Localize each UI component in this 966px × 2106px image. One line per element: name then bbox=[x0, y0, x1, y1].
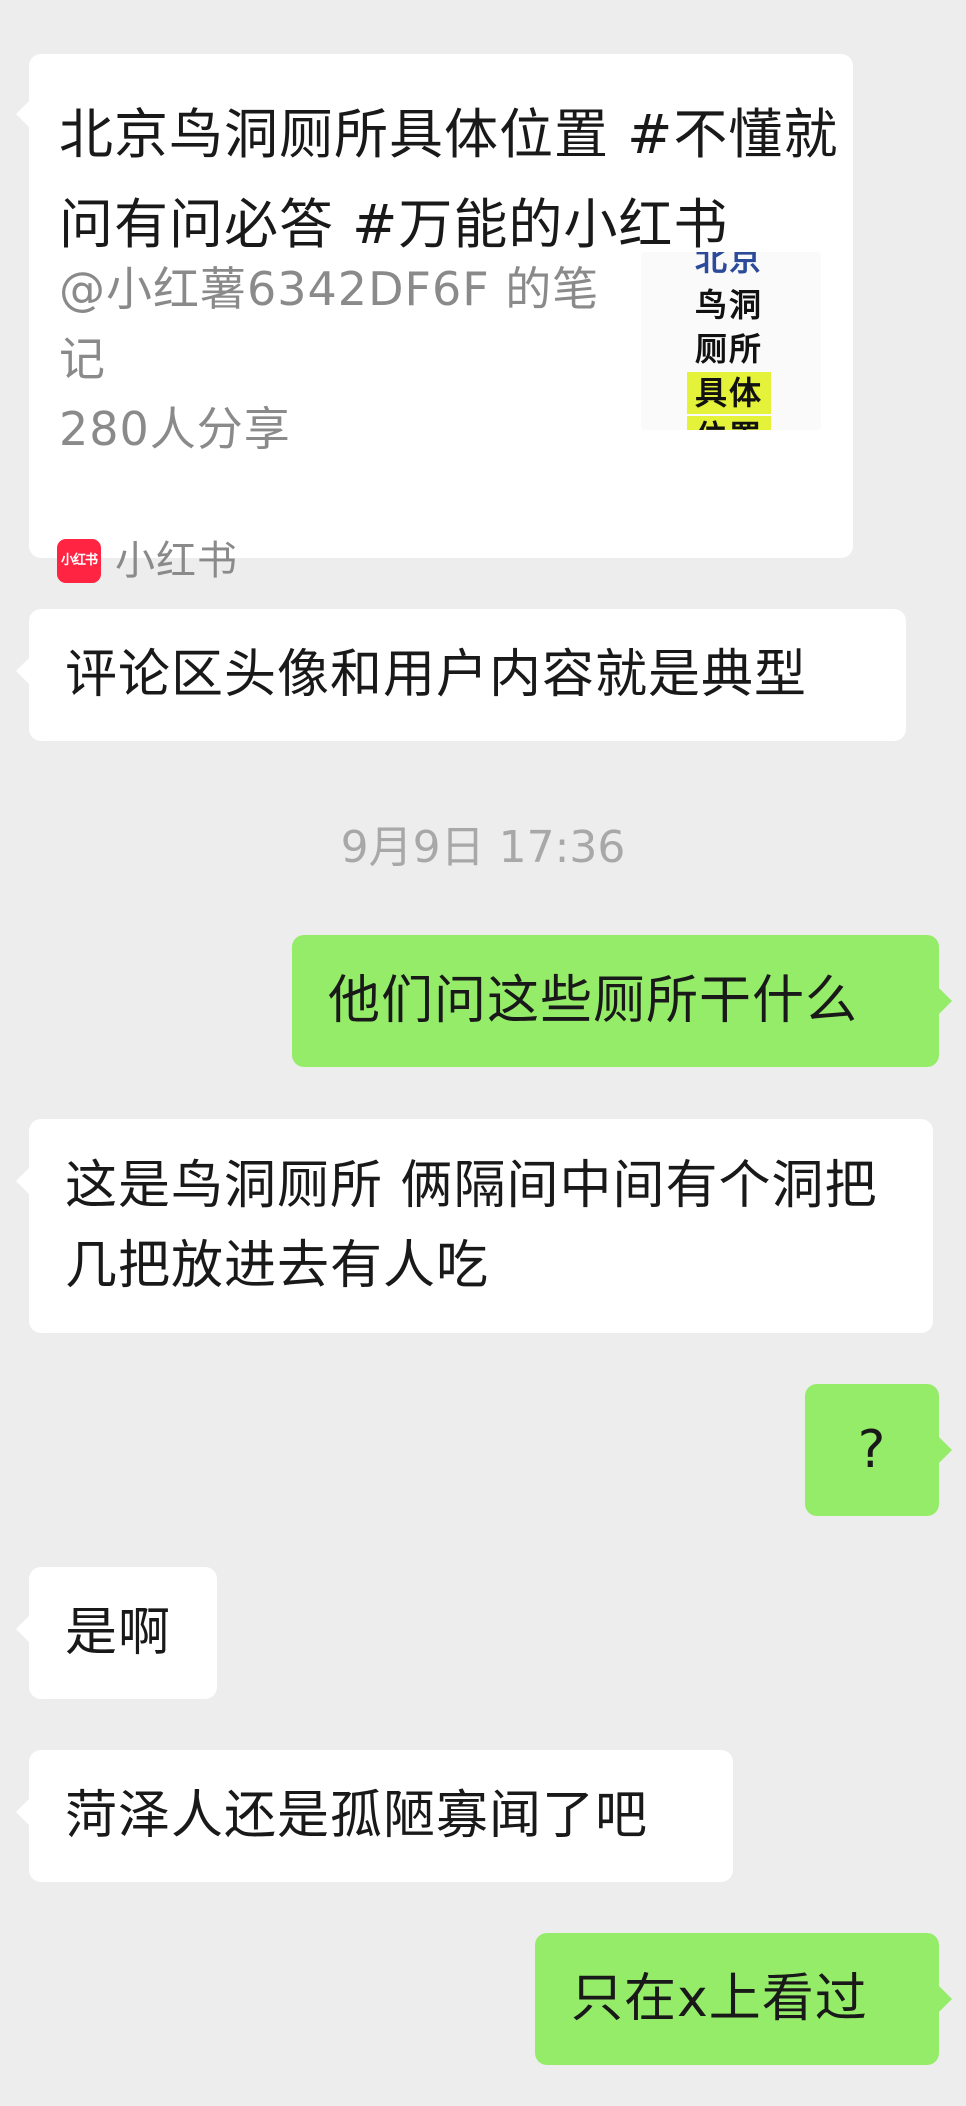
bubble-tail bbox=[16, 1167, 30, 1195]
thumbnail-text: 北京 bbox=[694, 252, 763, 278]
message-bubble-incoming[interactable]: 菏泽人还是孤陋寡闻了吧 bbox=[16, 1750, 733, 1882]
bubble-tail bbox=[938, 1436, 952, 1464]
thumbnail-text: 鸟洞 bbox=[694, 286, 763, 324]
message-bubble-incoming[interactable]: 是啊 bbox=[16, 1567, 217, 1699]
message-bubble-incoming[interactable]: 这是鸟洞厕所 俩隔间中间有个洞把几把放进去有人吃 bbox=[16, 1119, 933, 1333]
message-bubble-outgoing[interactable]: ? bbox=[805, 1384, 952, 1516]
bubble-tail bbox=[16, 1798, 30, 1826]
card-title: 北京鸟洞厕所具体位置 #不懂就问有问必答 #万能的小红书 bbox=[59, 103, 839, 256]
card-share-count: 280人分享 bbox=[59, 402, 291, 456]
message-text: 他们问这些厕所干什么 bbox=[328, 971, 859, 1031]
bubble-tail bbox=[16, 1615, 30, 1643]
card-author-note: @小红薯6342DF6F 的笔记 bbox=[59, 262, 600, 386]
bubble-tail bbox=[938, 1985, 952, 2013]
message-text: ? bbox=[857, 1420, 887, 1480]
card-source-name: 小红书 bbox=[115, 538, 238, 584]
bubble-tail bbox=[16, 100, 30, 128]
card-source: 小红书 小红书 bbox=[57, 539, 238, 583]
message-text: 评论区头像和用户内容就是典型 bbox=[65, 645, 808, 705]
message-bubble-outgoing[interactable]: 他们问这些厕所干什么 bbox=[292, 935, 952, 1067]
bubble-tail bbox=[16, 657, 30, 685]
thumbnail-text: 具体 bbox=[687, 372, 771, 414]
thumbnail-text: 厕所 bbox=[694, 330, 763, 368]
bubble-tail bbox=[938, 987, 952, 1015]
shared-link-card[interactable]: 北京鸟洞厕所具体位置 #不懂就问有问必答 #万能的小红书 @小红薯6342DF6… bbox=[16, 54, 853, 583]
chat-timestamp: 9月9日 17:36 bbox=[340, 822, 626, 873]
message-text: 只在x上看过 bbox=[571, 1969, 868, 2029]
message-bubble-outgoing[interactable]: 只在x上看过 bbox=[535, 1933, 952, 2065]
thumbnail-text: 位置 bbox=[687, 416, 771, 430]
message-text: 这是鸟洞厕所 俩隔间中间有个洞把几把放进去有人吃 bbox=[65, 1156, 878, 1296]
message-bubble-incoming[interactable]: 评论区头像和用户内容就是典型 bbox=[16, 609, 906, 741]
card-thumbnail: 北京 鸟洞 厕所 具体 位置 bbox=[641, 252, 821, 430]
xiaohongshu-logo-icon: 小红书 bbox=[57, 539, 101, 583]
message-text: 是啊 bbox=[65, 1603, 172, 1663]
message-text: 菏泽人还是孤陋寡闻了吧 bbox=[65, 1786, 649, 1846]
